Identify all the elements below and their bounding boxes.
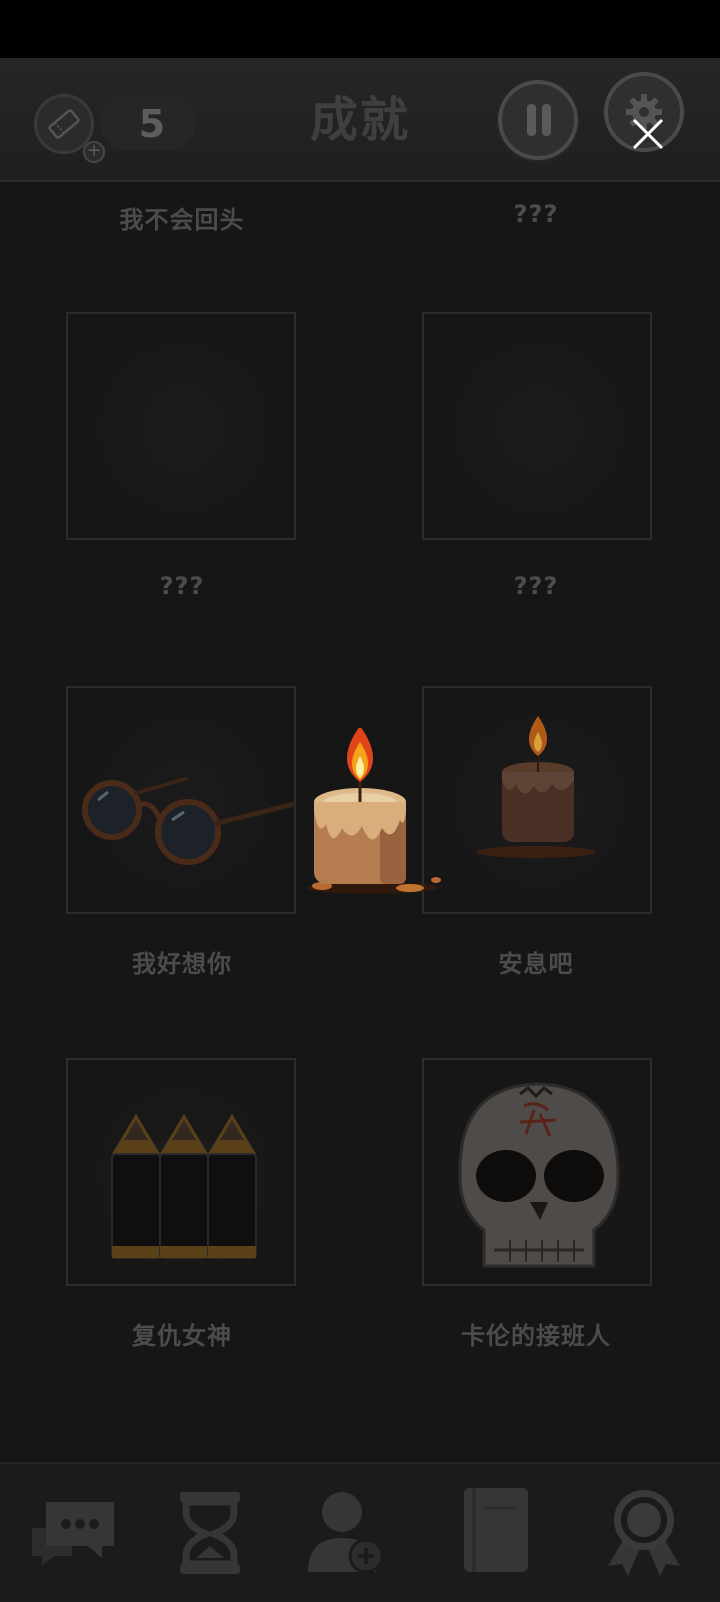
achievement-label: ??? xyxy=(513,200,559,228)
nav-book-button[interactable] xyxy=(446,1482,546,1582)
close-icon xyxy=(632,118,664,150)
ticket-count: 5 xyxy=(138,102,166,146)
achievement-label: ??? xyxy=(513,572,559,600)
nav-awards-button[interactable] xyxy=(594,1482,694,1582)
achievement-label: ??? xyxy=(159,572,205,600)
nav-contacts-button[interactable] xyxy=(298,1482,398,1582)
achievement-label: 卡伦的接班人 xyxy=(461,1322,611,1350)
candle-icon xyxy=(476,716,596,858)
achievement-label: 我不会回头 xyxy=(119,206,245,234)
plus-icon: + xyxy=(83,141,105,163)
status-bar xyxy=(0,0,720,58)
pause-icon xyxy=(527,104,536,136)
achievement-label: 我好想你 xyxy=(132,950,232,978)
nav-chat-button[interactable] xyxy=(22,1482,122,1582)
achievement-label: 安息吧 xyxy=(498,950,574,978)
glasses-icon xyxy=(82,776,295,865)
book-icon xyxy=(464,1488,528,1572)
achievement-card-candle[interactable] xyxy=(422,686,652,914)
pause-button[interactable] xyxy=(498,80,578,160)
achievement-card-locked[interactable] xyxy=(422,312,652,540)
close-button[interactable] xyxy=(624,110,672,158)
achievement-card-locked[interactable] xyxy=(66,312,296,540)
skull-mask-icon xyxy=(458,1082,620,1268)
locked-frame xyxy=(88,334,278,522)
add-contact-icon xyxy=(308,1492,384,1574)
achievement-label: 复仇女神 xyxy=(132,1322,232,1350)
candle-highlight xyxy=(300,726,450,908)
pause-icon-bar xyxy=(542,104,551,136)
locked-frame xyxy=(444,334,634,522)
achievement-card-bullets[interactable] xyxy=(66,1058,296,1286)
achievement-card-skull[interactable] xyxy=(422,1058,652,1286)
bottom-nav xyxy=(0,1462,720,1602)
hourglass-icon xyxy=(180,1492,240,1574)
chat-bubbles-icon xyxy=(32,1502,114,1566)
header-bar: + 5 成就 xyxy=(0,58,720,182)
ticket-icon xyxy=(48,109,80,139)
candle-icon xyxy=(306,726,441,894)
nav-hourglass-button[interactable] xyxy=(160,1482,260,1582)
achievement-card-glasses[interactable] xyxy=(66,686,296,914)
award-badge-icon xyxy=(608,1490,680,1576)
ticket-button[interactable]: + xyxy=(34,94,105,163)
bullets-icon xyxy=(111,1114,257,1259)
page-title: 成就 xyxy=(309,92,410,148)
